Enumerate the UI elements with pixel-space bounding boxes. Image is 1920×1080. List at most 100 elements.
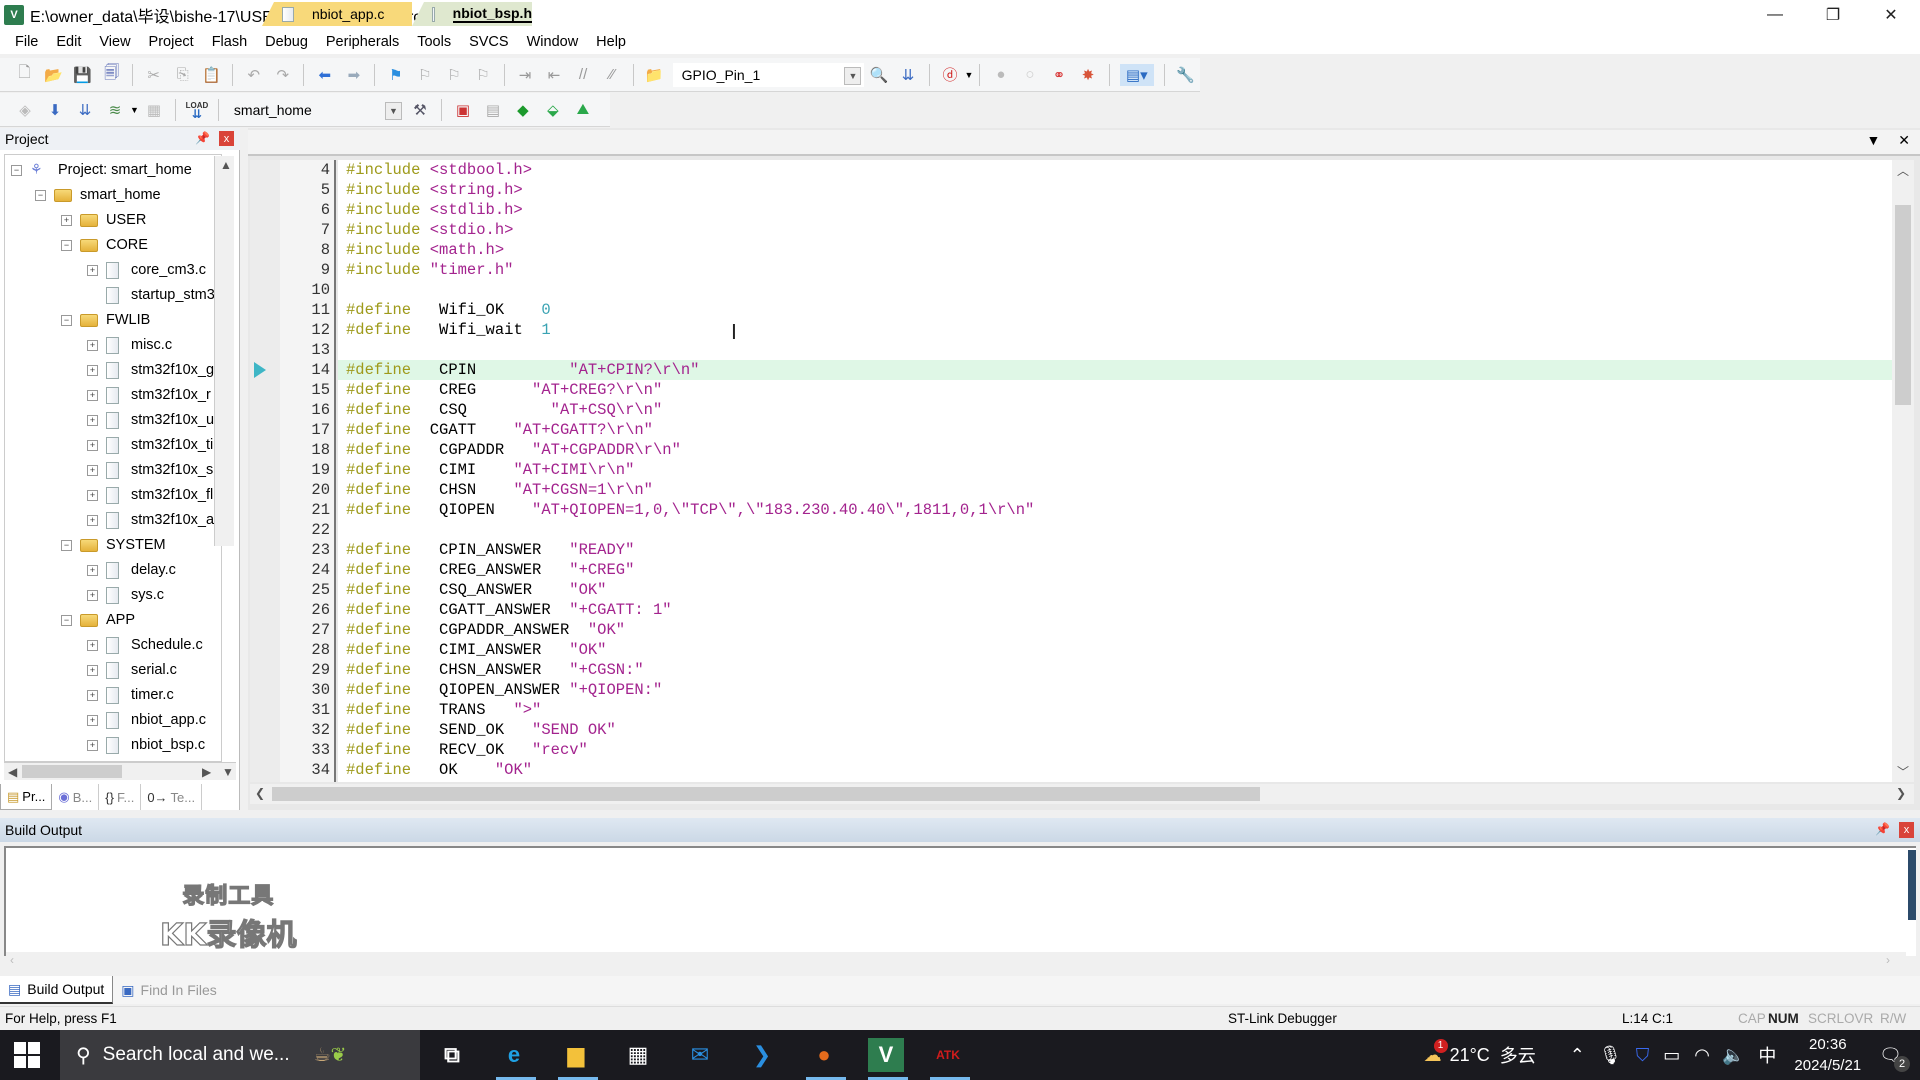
tab-list-dropdown-icon[interactable]: ▼ — [1867, 132, 1881, 148]
scroll-down-icon[interactable]: ﹀ — [1897, 763, 1909, 780]
menu-view[interactable]: View — [90, 34, 139, 50]
expand-icon[interactable]: + — [87, 514, 98, 526]
weather-icon[interactable]: ☁ 1 — [1424, 1038, 1448, 1066]
editor-horizontal-scrollbar[interactable]: ❮ ❯ — [250, 784, 1914, 804]
tree-horizontal-scrollbar[interactable]: ◀ ▶ ▼ — [4, 762, 236, 780]
stop-build-icon[interactable]: ▦ — [143, 99, 165, 121]
code-line[interactable]: #define CSQ_ANSWER "OK" — [338, 580, 1892, 600]
notification-center-icon[interactable]: 🗨 2 — [1879, 1045, 1910, 1072]
translate-icon[interactable]: ◈ — [14, 99, 36, 121]
menu-project[interactable]: Project — [140, 34, 203, 50]
menu-flash[interactable]: Flash — [203, 34, 256, 50]
scroll-right-icon[interactable]: ▶ — [202, 765, 211, 779]
close-pane-button[interactable]: x — [219, 131, 234, 146]
download-icon[interactable]: LOAD ⇊ — [186, 99, 209, 121]
rebuild-icon[interactable]: ⇊ — [74, 99, 96, 121]
expand-icon[interactable]: + — [87, 739, 98, 751]
code-line[interactable]: #include <stdbool.h> — [338, 160, 1892, 180]
expand-icon[interactable]: + — [87, 414, 98, 426]
taskbar-search[interactable]: ⚲ Search local and we... ☕ ❦ — [60, 1030, 420, 1080]
tree-hscroll-thumb[interactable] — [22, 765, 122, 778]
code-line[interactable]: #include "timer.h" — [338, 260, 1892, 280]
code-line[interactable]: #define CGPADDR "AT+CGPADDR\r\n" — [338, 440, 1892, 460]
tree-item[interactable]: + stm32f10x_g — [87, 359, 214, 381]
minimize-button[interactable]: — — [1746, 0, 1804, 30]
edge-taskbar-icon[interactable]: e — [496, 1038, 536, 1080]
tree-item[interactable]: + stm32f10x_ti — [87, 434, 213, 456]
tree-item[interactable]: − SYSTEM — [61, 534, 166, 556]
tree-item[interactable]: − ⚘ Project: smart_home — [11, 159, 192, 181]
code-line[interactable]: #include <stdlib.h> — [338, 200, 1892, 220]
open-icon[interactable]: 📂 — [43, 64, 64, 86]
scroll-left-icon[interactable]: ❮ — [255, 786, 265, 800]
expand-icon[interactable]: + — [87, 264, 98, 276]
expand-icon[interactable]: + — [87, 489, 98, 501]
menu-debug[interactable]: Debug — [256, 34, 317, 50]
tree-item[interactable]: + serial.c — [87, 659, 177, 681]
dropdown-icon[interactable]: ▼ — [222, 765, 234, 779]
tree-item[interactable]: + stm32f10x_r — [87, 384, 211, 406]
expand-icon[interactable]: + — [87, 639, 98, 651]
configure-icon[interactable]: 🔧 — [1175, 64, 1196, 86]
find-in-files-icon[interactable]: 📁 — [644, 64, 665, 86]
show-hidden-icons-icon[interactable]: ⌃ — [1570, 1045, 1585, 1066]
task-view-taskbar-icon[interactable]: ⧉ — [434, 1038, 470, 1072]
prev-bookmark-icon[interactable]: ⚐ — [414, 64, 435, 86]
code-line[interactable]: #define CPIN_ANSWER "READY" — [338, 540, 1892, 560]
file-explorer-taskbar-icon[interactable]: ▆ — [558, 1038, 598, 1080]
debug-session-icon[interactable]: ⓓ — [939, 64, 960, 86]
menu-tools[interactable]: Tools — [408, 34, 460, 50]
security-shield-icon[interactable]: ⛉ — [1636, 1045, 1650, 1066]
scroll-right-icon[interactable]: › — [1886, 953, 1890, 967]
uvision-taskbar-icon[interactable]: V — [868, 1038, 908, 1080]
scroll-left-icon[interactable]: ‹ — [10, 953, 14, 967]
close-button[interactable]: ✕ — [1862, 0, 1920, 30]
editor-vertical-scrollbar[interactable]: ︿ ﹀ — [1892, 160, 1914, 782]
code-line[interactable] — [338, 340, 1892, 360]
scroll-right-icon[interactable]: ❯ — [1896, 786, 1906, 800]
code-line[interactable]: #include <string.h> — [338, 180, 1892, 200]
battery-icon[interactable]: ▭ — [1663, 1045, 1680, 1066]
clear-bookmarks-icon[interactable]: ⚐ — [472, 64, 493, 86]
unindent-icon[interactable]: ⇤ — [544, 64, 565, 86]
code-line[interactable]: #define CHSN_ANSWER "+CGSN:" — [338, 660, 1892, 680]
menu-help[interactable]: Help — [587, 34, 635, 50]
build-icon[interactable]: ⬇ — [44, 99, 66, 121]
weather-temp[interactable]: 21°C — [1450, 1045, 1490, 1066]
tree-item[interactable]: + USER — [61, 209, 146, 231]
tab-books[interactable]: ◉ B... — [52, 784, 100, 810]
tree-item[interactable]: + stm32f10x_fl — [87, 484, 213, 506]
tree-item[interactable]: + nbiot_app.c — [87, 709, 206, 731]
expand-icon[interactable]: + — [87, 589, 98, 601]
tree-item[interactable]: + timer.c — [87, 684, 174, 706]
build-output-vscroll-thumb[interactable] — [1908, 850, 1916, 920]
code-line[interactable]: #define CSQ "AT+CSQ\r\n" — [338, 400, 1892, 420]
menu-edit[interactable]: Edit — [47, 34, 90, 50]
indent-icon[interactable]: ⇥ — [514, 64, 535, 86]
chevron-down-icon[interactable]: ▼ — [844, 66, 862, 85]
code-line[interactable]: #include <stdio.h> — [338, 220, 1892, 240]
find-combo[interactable]: GPIO_Pin_1 ▼ — [672, 62, 865, 87]
find-icon[interactable]: 🔍 — [868, 64, 889, 86]
manage-components-icon[interactable]: ▣ — [452, 99, 474, 121]
breakpoint-icon[interactable]: ● — [990, 64, 1011, 86]
expand-icon[interactable]: + — [87, 664, 98, 676]
code-line[interactable]: #define CREG_ANSWER "+CREG" — [338, 560, 1892, 580]
start-button-windows-icon[interactable] — [14, 1042, 40, 1068]
tree-item[interactable]: + stm32f10x_s — [87, 459, 213, 481]
tab-project[interactable]: ▤ Pr... — [0, 784, 53, 810]
chevron-down-icon[interactable]: ▼ — [384, 101, 402, 120]
tab-functions[interactable]: {} F... — [99, 784, 142, 810]
window-layout-icon[interactable]: ▤▾ — [1119, 63, 1154, 86]
code-line[interactable]: #define CIMI "AT+CIMI\r\n" — [338, 460, 1892, 480]
scroll-up-icon[interactable]: ︿ — [1897, 162, 1909, 179]
expand-icon[interactable]: + — [61, 214, 72, 226]
code-line[interactable]: #define CIMI_ANSWER "OK" — [338, 640, 1892, 660]
pin-icon[interactable]: 📌 — [1875, 822, 1890, 836]
build-output-hscrollbar[interactable]: ‹ › — [6, 952, 1906, 970]
collapse-icon[interactable]: − — [61, 314, 72, 326]
code-line[interactable]: #define OK "OK" — [338, 760, 1892, 780]
pack-installer-icon[interactable]: ◆ — [512, 99, 534, 121]
kill-breakpoints-icon[interactable]: ✸ — [1078, 64, 1099, 86]
code-line[interactable]: #define QIOPEN_ANSWER "+QIOPEN:" — [338, 680, 1892, 700]
